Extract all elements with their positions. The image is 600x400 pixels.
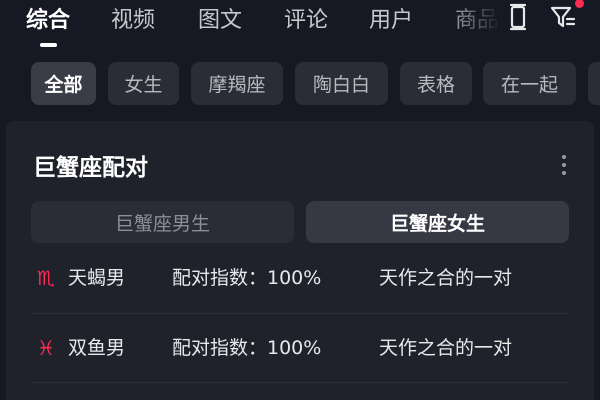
chip-capricorn[interactable]: 摩羯座	[191, 62, 283, 105]
row-divider	[31, 313, 569, 314]
card-title: 巨蟹座配对	[33, 155, 148, 181]
chip-all[interactable]: 全部	[31, 62, 96, 105]
tablet-icon[interactable]	[503, 2, 533, 32]
chip-table[interactable]: 表格	[400, 62, 472, 105]
chip-together[interactable]: 在一起	[483, 62, 576, 105]
tab-general[interactable]: 综合	[26, 2, 70, 34]
match-row[interactable]: ♓ 双鱼男 配对指数：100% 天作之合的一对	[31, 334, 569, 400]
row-divider	[31, 382, 569, 383]
segment-cancer-female[interactable]: 巨蟹座女生	[306, 201, 569, 243]
pisces-icon: ♓	[37, 336, 55, 360]
segment-cancer-male[interactable]: 巨蟹座男生	[31, 201, 294, 243]
match-score: 配对指数：100%	[172, 267, 322, 289]
notification-dot	[575, 0, 584, 8]
match-sign-name: 双鱼男	[68, 337, 126, 359]
match-description: 天作之合的一对	[379, 267, 513, 289]
tab-fade-overlay	[440, 0, 500, 40]
tab-users[interactable]: 用户	[369, 2, 413, 34]
active-tab-indicator	[40, 43, 57, 47]
match-row[interactable]: ♏ 天蝎男 配对指数：100% 天作之合的一对	[31, 264, 569, 332]
match-description: 天作之合的一对	[379, 337, 513, 359]
match-sign-name: 天蝎男	[68, 267, 126, 289]
chip-overflow[interactable]	[588, 62, 600, 105]
chip-tao-baibai[interactable]: 陶白白	[295, 62, 388, 105]
more-options-icon[interactable]	[553, 150, 575, 180]
match-score: 配对指数：100%	[172, 337, 322, 359]
top-tab-bar: 综合 视频 图文 评论 用户 商品	[0, 0, 600, 52]
tab-video[interactable]: 视频	[111, 2, 155, 34]
tab-image-text[interactable]: 图文	[198, 2, 242, 34]
scorpio-icon: ♏	[37, 266, 55, 290]
chip-girls[interactable]: 女生	[108, 62, 179, 105]
tab-comments[interactable]: 评论	[284, 2, 328, 34]
filter-icon[interactable]	[548, 2, 578, 32]
